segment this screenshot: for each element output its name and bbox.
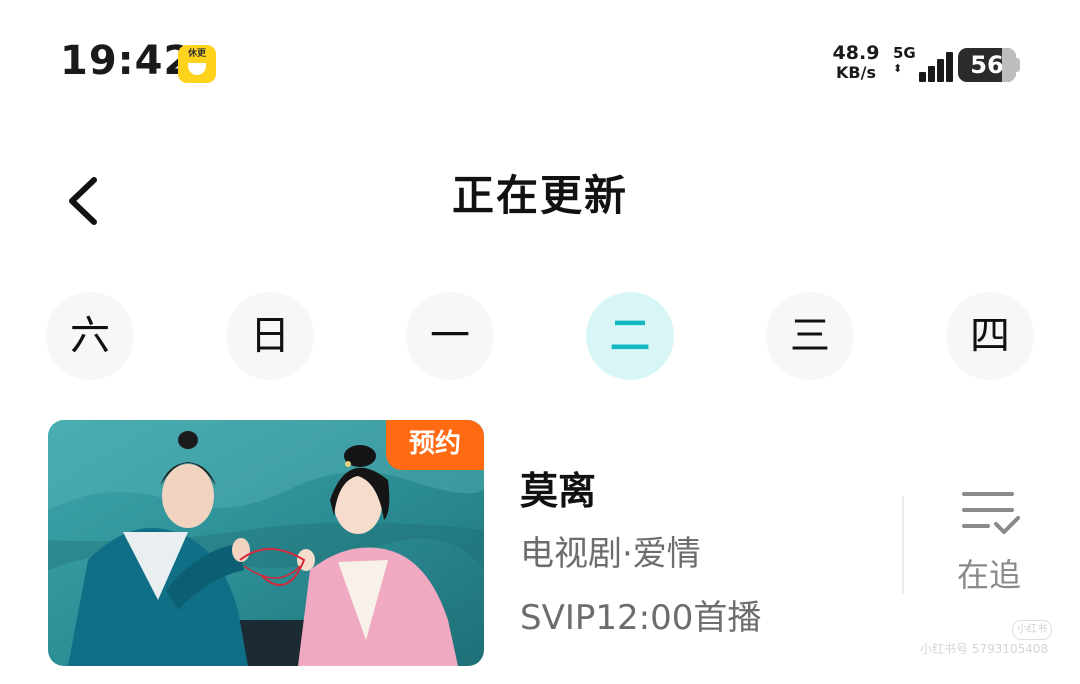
tab-saturday[interactable]: 六 bbox=[46, 292, 134, 380]
show-card[interactable]: 预约 莫离 电视剧·爱情 SVIP12:00首播 在追 bbox=[48, 420, 1048, 666]
tab-sunday[interactable]: 日 bbox=[226, 292, 314, 380]
follow-label: 在追 bbox=[956, 556, 1021, 594]
watermark-logo: 小红书 bbox=[1012, 620, 1052, 640]
show-title[interactable]: 莫离 bbox=[520, 460, 596, 515]
divider bbox=[902, 496, 904, 594]
tab-wednesday[interactable]: 三 bbox=[766, 292, 854, 380]
battery-tip bbox=[1016, 58, 1020, 72]
battery-icon: 56 bbox=[958, 48, 1016, 82]
app-face-shape bbox=[188, 63, 206, 75]
reservation-badge: 预约 bbox=[386, 420, 484, 470]
tab-tuesday[interactable]: 二 bbox=[586, 292, 674, 380]
signal-strength-icon bbox=[905, 52, 953, 82]
show-poster[interactable]: 预约 bbox=[48, 420, 484, 666]
list-check-icon bbox=[962, 492, 1020, 534]
app-badge-label: 休更 bbox=[187, 49, 206, 59]
battery-level: 56 bbox=[970, 51, 1004, 79]
tab-monday[interactable]: 一 bbox=[406, 292, 494, 380]
tab-tuesday-label: 二 bbox=[610, 313, 650, 359]
app-notification-icon: 休更 bbox=[178, 45, 216, 83]
follow-button[interactable]: 在追 bbox=[944, 486, 1034, 606]
page-title: 正在更新 bbox=[451, 171, 628, 220]
status-time: 19:42 bbox=[60, 38, 193, 84]
network-speed: 48.9 KB/s bbox=[832, 42, 880, 83]
tab-thursday[interactable]: 四 bbox=[946, 292, 1034, 380]
show-genre: 电视剧·爱情 bbox=[520, 534, 701, 574]
show-schedule: SVIP12:00首播 bbox=[520, 598, 762, 638]
network-speed-unit: KB/s bbox=[836, 63, 876, 82]
data-transfer-icon: ⬍ bbox=[893, 62, 903, 75]
status-bar: 19:42 休更 48.9 KB/s 5G ⬍ 56 bbox=[0, 0, 1080, 120]
watermark-text: 小红书号 5793105408 bbox=[920, 642, 1049, 656]
network-speed-value: 48.9 bbox=[832, 42, 880, 64]
